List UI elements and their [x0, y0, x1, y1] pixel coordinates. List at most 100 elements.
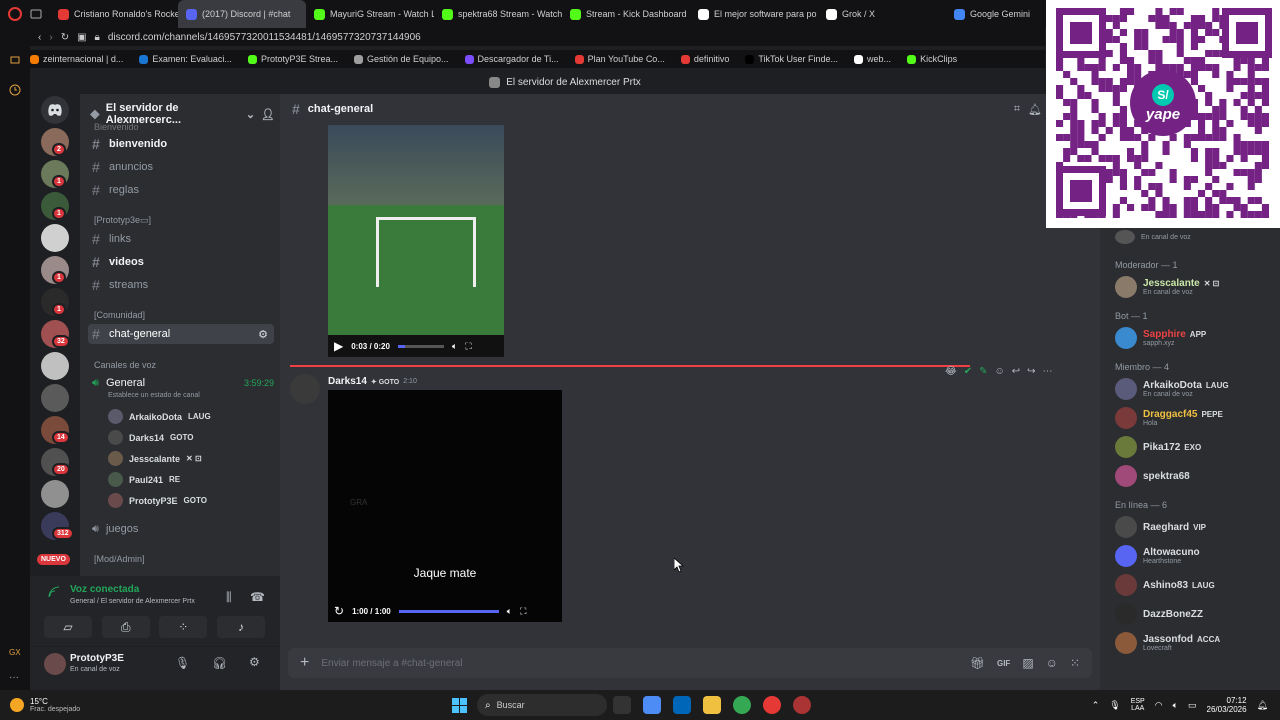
member-item[interactable]: Jassonfod ACCA Lovecraft [1115, 632, 1220, 654]
browser-tab[interactable]: Cristiano Ronaldo's Rocke [50, 0, 178, 28]
chevron-up-icon[interactable]: ⌃ [1092, 700, 1100, 711]
video-progress-1[interactable] [397, 344, 444, 348]
channel-streams[interactable]: # streams [88, 275, 274, 295]
channel-bienvenido[interactable]: # bienvenido [88, 134, 274, 154]
category-mod-admin[interactable]: [Mod/Admin] [94, 554, 145, 564]
windows-start-icon[interactable] [452, 697, 467, 713]
bookmark-item[interactable]: web... [854, 54, 891, 64]
voice-user[interactable]: PrototyP3E GOTO [108, 493, 207, 508]
member-item[interactable]: DazzBoneZZ [1115, 603, 1203, 625]
browser-menu-icon[interactable] [0, 0, 30, 28]
snapshot-icon[interactable]: ▣ [77, 32, 86, 43]
clock[interactable]: 07:12 26/03/2026 [1207, 696, 1247, 714]
member-item[interactable]: Ashino83 LAUG [1115, 574, 1215, 596]
soundboard-button[interactable]: ♪ [216, 616, 265, 638]
server-item[interactable]: 1 [30, 288, 80, 318]
voice-status[interactable]: Establece un estado de canal [108, 392, 200, 399]
user-settings-icon[interactable]: ⚙ [249, 655, 260, 669]
server-item[interactable]: 1 [30, 160, 80, 190]
voice-user[interactable]: ArkaikoDota LAUG [108, 409, 211, 424]
search-box[interactable]: ⌕ Buscar [477, 694, 607, 716]
wifi-icon[interactable]: ◠ [1155, 700, 1163, 711]
reply-icon[interactable]: ↩ [1012, 366, 1020, 377]
add-attachment-icon[interactable]: + [300, 654, 309, 672]
tab-manager-icon[interactable] [30, 0, 50, 28]
browser-tab[interactable]: MayuriG Stream - Watch L [306, 0, 434, 28]
category-bienvenido[interactable]: Bienvenido [94, 122, 139, 132]
gx-icon[interactable]: GX [9, 648, 21, 657]
channel-reglas[interactable]: # reglas [88, 180, 274, 200]
messenger-icon[interactable] [9, 54, 21, 66]
reaction-2-icon[interactable]: ✔ [964, 366, 972, 377]
bookmark-item[interactable]: TikTok User Finde... [745, 54, 838, 64]
member-item[interactable]: En canal de voz [1115, 230, 1191, 244]
store-icon[interactable] [673, 696, 691, 714]
server-item[interactable]: 20 [30, 448, 80, 478]
video-player-2[interactable]: GRA Jaque mate ↻ 1:00 / 1:00 🔈︎ ⛶ [328, 390, 562, 622]
share-screen-button[interactable]: ⎙ [101, 616, 150, 638]
back-icon[interactable]: ‹ [38, 32, 41, 43]
gif-icon[interactable]: GIF [997, 659, 1010, 668]
browser-tab[interactable]: spektra68 Stream - Watch [434, 0, 562, 28]
file-explorer-icon[interactable] [703, 696, 721, 714]
mic-tray-icon[interactable]: 🎙︎ [1109, 700, 1120, 711]
new-badge[interactable]: NUEVO [37, 554, 70, 565]
fullscreen-icon[interactable]: ⛶ [465, 341, 471, 352]
member-item[interactable]: Jesscalante ✕ ⊡ En canal de voz [1115, 276, 1219, 298]
volume-tray-icon[interactable]: 🔈︎ [1173, 700, 1178, 711]
discord-home-icon[interactable] [41, 96, 69, 124]
server-item[interactable]: 2 [30, 128, 80, 158]
server-item[interactable]: 1 [30, 256, 80, 286]
emoji-icon[interactable]: ☺ [1046, 656, 1058, 670]
message-avatar[interactable] [290, 374, 320, 404]
message-input[interactable]: Enviar mensaje a #chat-general [321, 658, 957, 669]
member-item[interactable]: Altowacuno Hearthstone [1115, 545, 1200, 567]
member-item[interactable]: spektra68 [1115, 465, 1190, 487]
reaction-3-icon[interactable]: ✎ [979, 366, 987, 377]
notification-icon[interactable]: 🔔︎ [1257, 700, 1268, 711]
weather-widget[interactable]: 15°C Frac. despejado [0, 697, 100, 713]
url-field[interactable]: discord.com/channels/1469577320011534481… [108, 32, 421, 43]
channel-links[interactable]: # links [88, 229, 274, 249]
bell-icon[interactable]: 🔔︎ [1028, 103, 1042, 116]
message-author[interactable]: Darks14 [328, 376, 367, 387]
camera-off-button[interactable]: ▱ [44, 616, 92, 638]
app-icon[interactable] [793, 696, 811, 714]
bookmark-item[interactable]: Gestión de Equipo... [353, 54, 449, 64]
category-voice[interactable]: Canales de voz [94, 360, 156, 370]
voice-channel-juegos[interactable]: 🔊︎ juegos [88, 519, 274, 539]
reload-icon[interactable]: ↻ [61, 32, 69, 43]
member-item[interactable]: Draggacf45 PEPE Hola [1115, 407, 1223, 429]
server-item[interactable]: 312 [30, 512, 80, 542]
add-reaction-icon[interactable]: ☺ [994, 366, 1004, 377]
voice-connected-subtitle[interactable]: General / El servidor de Alexmercer Prtx [70, 598, 195, 605]
apps-icon[interactable]: ⁙ [1070, 656, 1080, 670]
replay-icon[interactable]: ↻ [334, 604, 344, 618]
voice-user[interactable]: Darks14 GOTO [108, 430, 193, 445]
battery-icon[interactable]: ▭ [1188, 700, 1197, 711]
forward-icon[interactable]: › [49, 32, 52, 43]
copilot-icon[interactable] [643, 696, 661, 714]
activities-button[interactable]: ⁘ [159, 616, 208, 638]
bookmark-item[interactable]: zeinternacional | d... [30, 54, 123, 64]
settings-icon[interactable]: ⚙ [258, 328, 268, 341]
browser-tab[interactable]: Grok / X [818, 0, 946, 28]
reaction-1-icon[interactable]: 😂︎ [945, 366, 957, 377]
forward-icon[interactable]: ↪ [1027, 366, 1035, 377]
member-item[interactable]: Sapphire APP sapph.xyz [1115, 327, 1206, 349]
category-prototype[interactable]: [Prototyp3e▭] [94, 215, 151, 226]
add-user-icon[interactable]: 👤︎ [261, 108, 275, 121]
fullscreen-icon[interactable]: ⛶ [520, 606, 526, 617]
disconnect-icon[interactable]: ☎ [250, 590, 265, 604]
channel-chat-general[interactable]: # chat-general ⚙ [88, 324, 274, 344]
bookmark-item[interactable]: Descargador de Ti... [464, 54, 559, 64]
opera-gx-icon[interactable] [763, 696, 781, 714]
headphones-icon[interactable]: 🎧︎ [212, 656, 227, 670]
volume-icon[interactable]: 🔈︎ [507, 606, 512, 617]
threads-icon[interactable]: ⌗ [1014, 103, 1020, 116]
voice-user[interactable]: Paul241 RE [108, 472, 180, 487]
channel-videos[interactable]: # videos [88, 252, 274, 272]
video-player-1[interactable]: ▶ 0:03 / 0:20 🔈︎ ⛶ [328, 125, 504, 357]
voice-connected-title[interactable]: Voz conectada [70, 584, 139, 595]
voice-channel-general[interactable]: 🔊︎ General 3:59:29 [88, 373, 274, 393]
